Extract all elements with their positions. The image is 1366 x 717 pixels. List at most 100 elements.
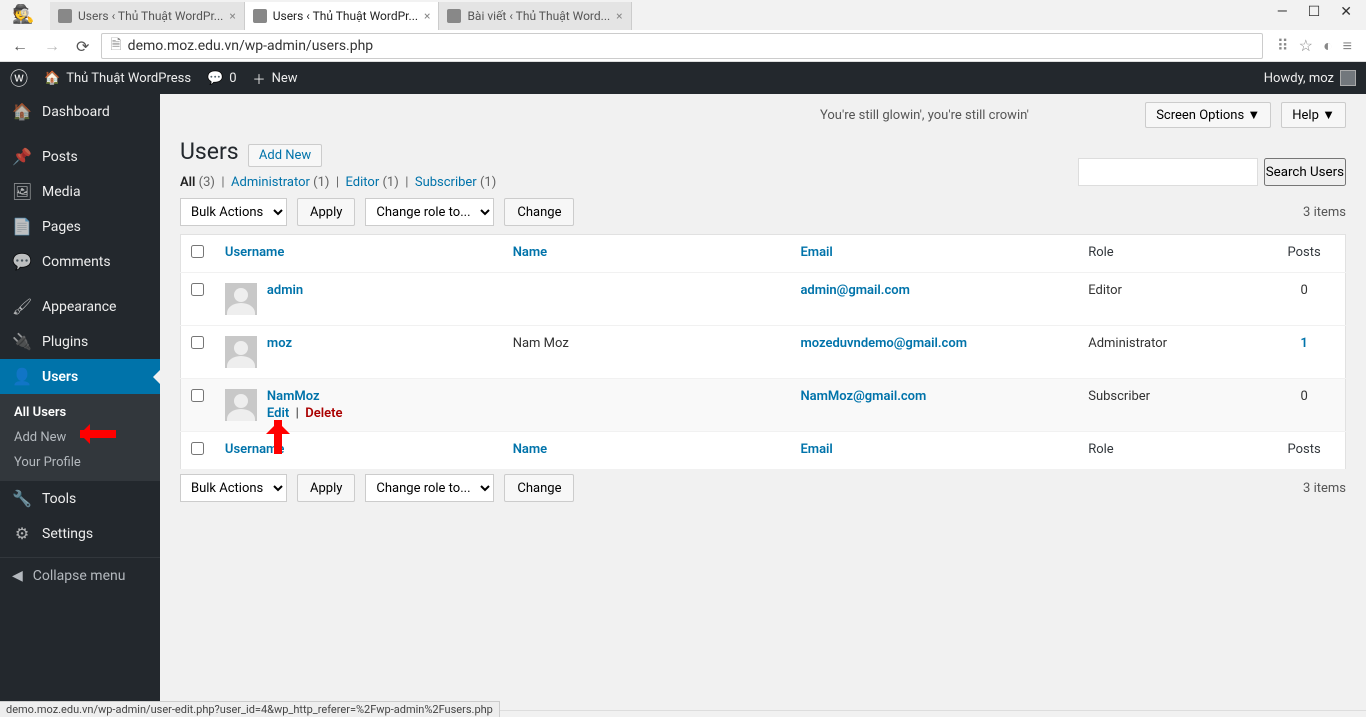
username-link[interactable]: admin bbox=[267, 283, 303, 298]
count: (1) bbox=[382, 175, 398, 190]
browser-tab[interactable]: Users ‹ Thủ Thuật WordPr... × bbox=[50, 2, 245, 30]
tab-close-icon[interactable]: × bbox=[616, 9, 622, 23]
bookmark-icon[interactable]: ☆ bbox=[1299, 36, 1313, 56]
apply-button[interactable]: Apply bbox=[297, 474, 355, 502]
change-role-select[interactable]: Change role to... bbox=[365, 198, 494, 226]
maximize-icon[interactable]: ☐ bbox=[1308, 4, 1321, 20]
edit-link[interactable]: Edit bbox=[267, 406, 289, 421]
plus-icon: ＋ bbox=[253, 69, 266, 88]
collapse-menu[interactable]: ◀Collapse menu bbox=[0, 557, 160, 594]
email-link[interactable]: mozeduvndemo@gmail.com bbox=[800, 336, 967, 351]
howdy-link[interactable]: Howdy, moz bbox=[1264, 70, 1356, 86]
filter-administrator[interactable]: Administrator bbox=[231, 175, 310, 190]
select-all-checkbox[interactable] bbox=[191, 442, 204, 455]
col-email[interactable]: Email bbox=[800, 245, 832, 260]
delete-link[interactable]: Delete bbox=[305, 406, 342, 421]
tab-title: Users ‹ Thủ Thuật WordPr... bbox=[273, 9, 418, 23]
browser-tab[interactable]: Bài viết ‹ Thủ Thuật Word... × bbox=[439, 2, 631, 30]
submenu-your-profile[interactable]: Your Profile bbox=[0, 450, 160, 475]
bulk-actions-select[interactable]: Bulk Actions bbox=[180, 474, 287, 502]
menu-label: Comments bbox=[42, 254, 111, 270]
menu-media[interactable]: 🖼Media bbox=[0, 174, 160, 209]
menu-users[interactable]: 👤Users bbox=[0, 359, 160, 394]
count: (1) bbox=[313, 175, 329, 190]
posts-link[interactable]: 1 bbox=[1300, 336, 1307, 351]
avatar bbox=[1340, 70, 1356, 86]
translate-icon[interactable]: ⠿ bbox=[1277, 36, 1289, 56]
new-link[interactable]: ＋New bbox=[253, 69, 298, 88]
menu-label: Dashboard bbox=[42, 104, 110, 120]
howdy-text: Howdy, moz bbox=[1264, 71, 1334, 86]
quote-text: You're still glowin', you're still crowi… bbox=[180, 108, 1029, 123]
col-username[interactable]: Username bbox=[225, 442, 284, 457]
username-link[interactable]: moz bbox=[267, 336, 292, 351]
comments-link[interactable]: 💬0 bbox=[207, 71, 237, 86]
tab-title: Bài viết ‹ Thủ Thuật Word... bbox=[467, 9, 610, 23]
menu-tools[interactable]: 🔧Tools bbox=[0, 481, 160, 516]
change-button[interactable]: Change bbox=[504, 198, 574, 226]
row-checkbox[interactable] bbox=[191, 389, 204, 402]
role-cell: Editor bbox=[1078, 273, 1263, 326]
menu-label: Settings bbox=[42, 526, 93, 542]
incognito-icon: 🕵 bbox=[12, 4, 34, 25]
tab-close-icon[interactable]: × bbox=[424, 9, 430, 23]
col-email[interactable]: Email bbox=[800, 442, 832, 457]
name-cell bbox=[503, 273, 791, 326]
row-actions: Edit | Delete bbox=[267, 406, 343, 421]
tablenav-top: Bulk Actions Apply Change role to... Cha… bbox=[160, 194, 1366, 234]
menu-settings[interactable]: ⚙ Settings bbox=[0, 516, 160, 551]
users-submenu: All Users Add New Your Profile bbox=[0, 394, 160, 481]
change-button[interactable]: Change bbox=[504, 474, 574, 502]
gear-icon: ⚙ bbox=[12, 524, 32, 543]
search-button[interactable]: Search Users bbox=[1264, 158, 1346, 186]
reload-icon[interactable]: ⟳ bbox=[72, 37, 93, 56]
filter-subscriber[interactable]: Subscriber bbox=[415, 175, 477, 190]
tab-close-icon[interactable]: × bbox=[229, 9, 235, 23]
minimize-icon[interactable]: — bbox=[1277, 4, 1288, 20]
site-link[interactable]: 🏠Thủ Thuật WordPress bbox=[44, 71, 191, 86]
row-checkbox[interactable] bbox=[191, 336, 204, 349]
menu-plugins[interactable]: 🔌Plugins bbox=[0, 324, 160, 359]
search-input[interactable] bbox=[1078, 158, 1258, 186]
col-role: Role bbox=[1088, 442, 1113, 457]
email-link[interactable]: admin@gmail.com bbox=[800, 283, 909, 298]
menu-comments[interactable]: 💬Comments bbox=[0, 244, 160, 279]
tab-title: Users ‹ Thủ Thuật WordPr... bbox=[78, 9, 223, 23]
bulk-actions-select[interactable]: Bulk Actions bbox=[180, 198, 287, 226]
row-checkbox[interactable] bbox=[191, 283, 204, 296]
menu-icon[interactable]: ≡ bbox=[1343, 36, 1352, 56]
pin-icon: 📌 bbox=[12, 147, 32, 166]
menu-appearance[interactable]: 🖌Appearance bbox=[0, 289, 160, 324]
apply-button[interactable]: Apply bbox=[297, 198, 355, 226]
filter-editor[interactable]: Editor bbox=[346, 175, 380, 190]
browser-chrome: 🕵 Users ‹ Thủ Thuật WordPr... × Users ‹ T… bbox=[0, 0, 1366, 62]
submenu-add-new[interactable]: Add New bbox=[0, 425, 160, 450]
col-role: Role bbox=[1088, 245, 1113, 260]
change-role-select[interactable]: Change role to... bbox=[365, 474, 494, 502]
profile-icon[interactable]: ◐ bbox=[1323, 36, 1333, 56]
col-name[interactable]: Name bbox=[513, 442, 547, 457]
close-window-icon[interactable]: ✕ bbox=[1340, 4, 1352, 20]
browser-tab-active[interactable]: Users ‹ Thủ Thuật WordPr... × bbox=[245, 2, 440, 30]
screen-options-button[interactable]: Screen Options ▼ bbox=[1145, 102, 1271, 128]
url-input[interactable]: 🗎demo.moz.edu.vn/wp-admin/users.php bbox=[101, 33, 1263, 59]
col-name[interactable]: Name bbox=[513, 245, 547, 260]
avatar bbox=[225, 389, 257, 421]
menu-posts[interactable]: 📌Posts bbox=[0, 139, 160, 174]
help-button[interactable]: Help ▼ bbox=[1281, 102, 1346, 128]
admin-bar: ⓦ 🏠Thủ Thuật WordPress 💬0 ＋New Howdy, mo… bbox=[0, 62, 1366, 94]
add-new-button[interactable]: Add New bbox=[248, 144, 322, 167]
menu-dashboard[interactable]: 🏠Dashboard bbox=[0, 94, 160, 129]
select-all-checkbox[interactable] bbox=[191, 245, 204, 258]
tab-bar: Users ‹ Thủ Thuật WordPr... × Users ‹ Thủ… bbox=[0, 0, 1366, 30]
wp-logo[interactable]: ⓦ bbox=[10, 65, 28, 91]
back-icon[interactable]: ← bbox=[8, 36, 32, 56]
filter-all[interactable]: All bbox=[180, 175, 195, 190]
menu-pages[interactable]: 📄Pages bbox=[0, 209, 160, 244]
address-bar: ← → ⟳ 🗎demo.moz.edu.vn/wp-admin/users.ph… bbox=[0, 30, 1366, 62]
col-username[interactable]: Username bbox=[225, 245, 284, 260]
username-link[interactable]: NamMoz bbox=[267, 389, 320, 404]
plugin-icon: 🔌 bbox=[12, 332, 32, 351]
email-link[interactable]: NamMoz@gmail.com bbox=[800, 389, 926, 404]
submenu-all-users[interactable]: All Users bbox=[0, 400, 160, 425]
